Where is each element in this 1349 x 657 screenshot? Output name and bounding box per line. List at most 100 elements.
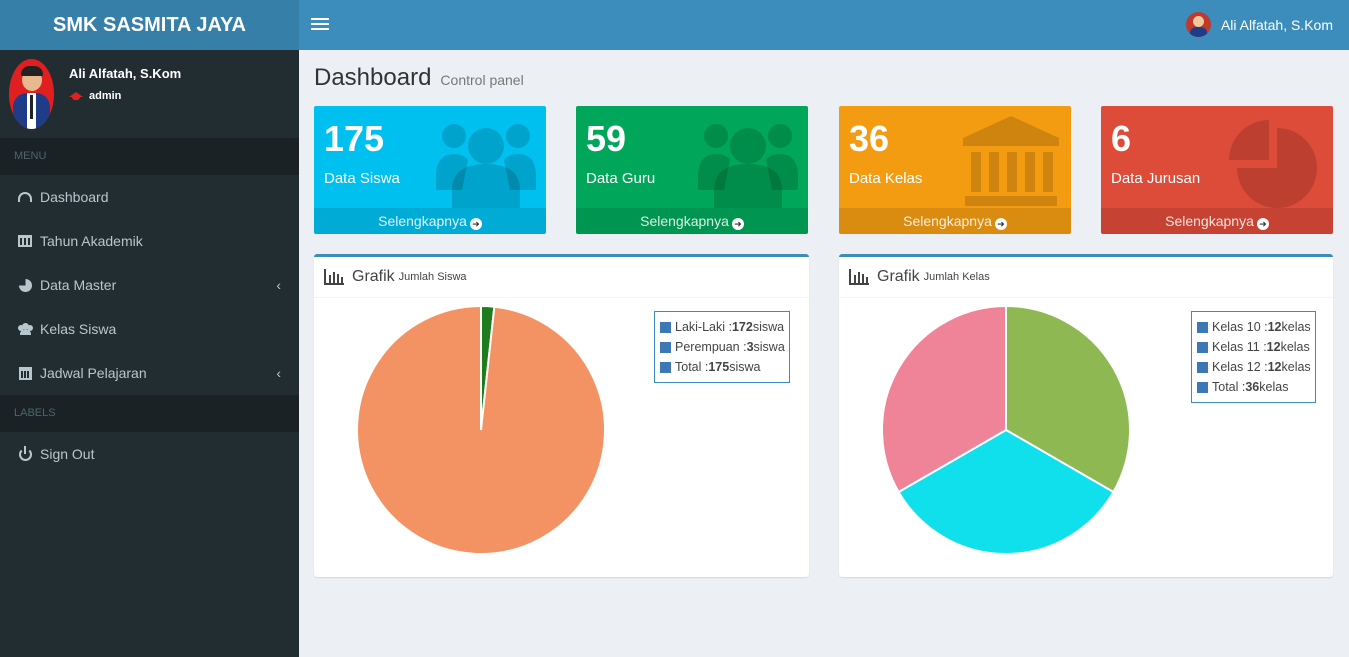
legend-swatch: [1197, 341, 1208, 353]
users-icon: [17, 322, 33, 336]
chevron-left-icon: ‹: [276, 365, 281, 381]
pie-slice-laki-laki[interactable]: [356, 304, 606, 555]
sidebar-item-dashboard[interactable]: Dashboard: [0, 175, 299, 219]
chart-legend: Laki-Laki : 172 siswa Perempuan : 3 siswa…: [654, 311, 790, 383]
panel-subtitle: Jumlah Siswa: [398, 271, 467, 283]
sidebar-item-tahun-akademik[interactable]: Tahun Akademik: [0, 219, 299, 263]
more-info-link[interactable]: Selengkapnya ➜: [576, 208, 808, 234]
stat-label: Data Guru: [586, 170, 656, 187]
legend-swatch: [660, 321, 671, 333]
menu-header: MENU: [0, 138, 299, 175]
legend-value: 12: [1266, 340, 1281, 354]
arrow-circle-right-icon: ➜: [469, 218, 482, 230]
legend-swatch: [1197, 381, 1208, 393]
panel-title: Grafik: [877, 268, 920, 285]
chart-legend: Kelas 10 : 12 kelas Kelas 11 : 12 kelas Ke…: [1191, 311, 1316, 403]
stat-value: 6: [1111, 118, 1132, 159]
page-title: Dashboard: [314, 64, 432, 91]
arrow-circle-right-icon: ➜: [1256, 218, 1269, 230]
avatar: [1185, 12, 1211, 37]
stat-box-kelas: 36 Data Kelas Selengkapnya ➜: [839, 106, 1071, 234]
legend-item: Total : 36 kelas: [1197, 377, 1311, 397]
sidebar-item-label: Kelas Siswa: [40, 321, 117, 337]
sidebar-item-label: Jadwal Pelajaran: [40, 365, 147, 381]
legend-item: Kelas 11 : 12 kelas: [1197, 337, 1311, 357]
dashboard-icon: [17, 190, 33, 204]
sidebar-toggle-icon[interactable]: [311, 15, 329, 35]
sidebar-item-kelas-siswa[interactable]: Kelas Siswa: [0, 307, 299, 351]
user-role: admin: [69, 90, 121, 102]
stat-box-jurusan: 6 Data Jurusan Selengkapnya ➜: [1101, 106, 1333, 234]
panel-header: Grafik Jumlah Siswa: [314, 257, 809, 298]
legend-item: Perempuan : 3 siswa: [660, 337, 785, 357]
stat-value: 59: [586, 118, 627, 159]
user-menu[interactable]: Ali Alfatah, S.Kom: [1185, 12, 1333, 37]
legend-value: 12: [1267, 360, 1282, 374]
pie-chart-icon: [1229, 120, 1317, 208]
user-role-label: admin: [89, 90, 122, 102]
top-navbar: Ali Alfatah, S.Kom: [299, 0, 1349, 50]
user-panel-name: Ali Alfatah, S.Kom: [69, 66, 182, 81]
power-icon: [17, 445, 33, 461]
sidebar: Ali Alfatah, S.Kom admin MENU Dashboard …: [0, 50, 299, 657]
legend-swatch: [660, 341, 671, 353]
stat-box-guru: 59 Data Guru Selengkapnya ➜: [576, 106, 808, 234]
pie-chart-icon: [17, 278, 33, 292]
legend-label: Total :: [1212, 380, 1246, 394]
arrow-circle-right-icon: ➜: [994, 218, 1007, 230]
stat-label: Data Siswa: [324, 170, 400, 187]
stat-label: Data Jurusan: [1111, 170, 1201, 187]
labels-header: LABELS: [0, 395, 299, 432]
sidebar-item-label: Tahun Akademik: [40, 233, 143, 249]
arrow-circle-right-icon: ➜: [731, 218, 744, 230]
legend-unit: siswa: [753, 340, 785, 354]
legend-label: Perempuan :: [675, 340, 747, 354]
legend-unit: siswa: [752, 320, 785, 334]
legend-swatch: [1197, 361, 1208, 373]
chevron-left-icon: ‹: [276, 277, 281, 293]
user-avatar: [9, 59, 54, 129]
sidebar-item-data-master[interactable]: Data Master ‹: [0, 263, 299, 307]
legend-item: Total : 175 siswa: [660, 357, 785, 377]
brand-logo[interactable]: SMK SASMITA JAYA: [0, 0, 299, 50]
legend-unit: kelas: [1281, 320, 1311, 334]
user-menu-name: Ali Alfatah, S.Kom: [1220, 16, 1333, 33]
legend-label: Laki-Laki :: [675, 320, 732, 334]
legend-item: Laki-Laki : 172 siswa: [660, 317, 785, 337]
panel-subtitle: Jumlah Kelas: [923, 271, 990, 283]
stat-value: 175: [324, 118, 385, 159]
sign-out-button[interactable]: Sign Out: [0, 432, 299, 476]
panel-header: Grafik Jumlah Kelas: [839, 257, 1333, 298]
more-info-link[interactable]: Selengkapnya ➜: [314, 208, 546, 234]
stat-value: 36: [849, 118, 890, 159]
bar-chart-icon: [324, 269, 344, 285]
stat-label: Data Kelas: [849, 170, 923, 187]
page-header: Dashboard Control panel: [314, 64, 524, 92]
legend-unit: kelas: [1281, 360, 1311, 374]
chart-panel-siswa: Grafik Jumlah Siswa Laki-Laki : 172 sisw…: [314, 254, 809, 577]
legend-value: 3: [746, 340, 754, 354]
users-icon: [436, 124, 536, 208]
chart-panel-kelas: Grafik Jumlah Kelas Kelas 10 : 12 kelas K…: [839, 254, 1333, 577]
bar-chart-icon: [849, 269, 869, 285]
graduation-cap-icon: [69, 91, 83, 101]
legend-item: Kelas 10 : 12 kelas: [1197, 317, 1311, 337]
legend-label: Kelas 11 :: [1212, 340, 1267, 354]
legend-unit: siswa: [729, 360, 761, 374]
calendar-icon: [17, 366, 33, 380]
legend-unit: kelas: [1280, 340, 1310, 354]
sidebar-item-label: Dashboard: [40, 189, 109, 205]
stat-box-siswa: 175 Data Siswa Selengkapnya ➜: [314, 106, 546, 234]
more-info-link[interactable]: Selengkapnya ➜: [839, 208, 1071, 234]
legend-unit: kelas: [1259, 380, 1289, 394]
sign-out-label: Sign Out: [40, 446, 95, 462]
legend-label: Kelas 12 :: [1212, 360, 1268, 374]
sidebar-item-jadwal-pelajaran[interactable]: Jadwal Pelajaran ‹: [0, 351, 299, 395]
legend-item: Kelas 12 : 12 kelas: [1197, 357, 1311, 377]
legend-label: Kelas 10 :: [1212, 320, 1268, 334]
bank-icon: [963, 116, 1059, 206]
more-info-link[interactable]: Selengkapnya ➜: [1101, 208, 1333, 234]
legend-value: 172: [731, 320, 753, 334]
users-icon: [698, 124, 798, 208]
legend-swatch: [660, 361, 671, 373]
